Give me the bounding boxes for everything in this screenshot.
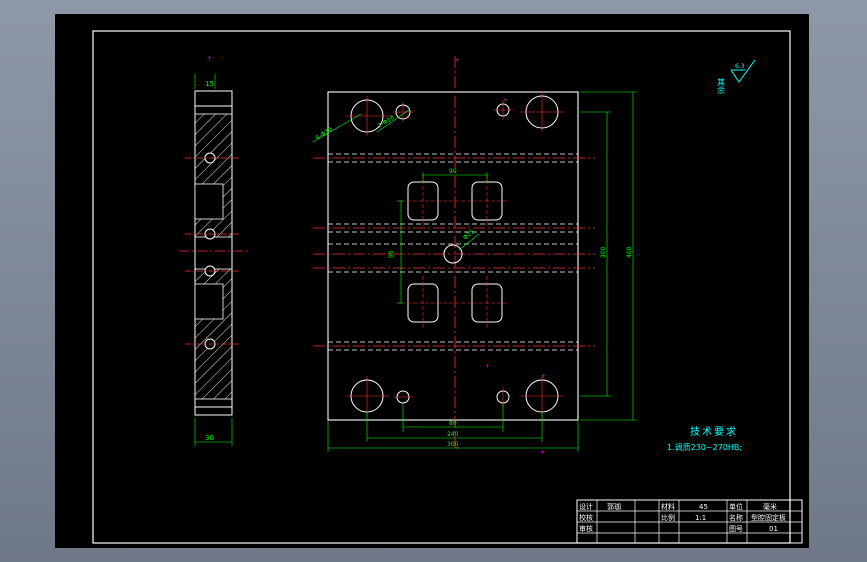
tb-unit: 毫米 <box>763 502 777 511</box>
tb-designer: 郭珈 <box>607 502 621 511</box>
dim-right-inner: 300 <box>600 246 607 258</box>
center-hole-label: Φ25 <box>462 228 476 241</box>
svg-text:+: + <box>503 97 508 104</box>
svg-text:+: + <box>540 449 545 456</box>
side-view: 15 30 + <box>179 55 249 446</box>
roughness-symbol: 6.3 其余 <box>717 59 756 95</box>
tb-drawing-no-label: 图号 <box>729 525 743 533</box>
dim-right-outer: 400 <box>626 246 633 258</box>
tb-scale-label: 比例 <box>661 513 675 522</box>
dim-bottom-inner: 80 <box>449 420 457 427</box>
plate-outline <box>327 91 579 421</box>
tb-review-label: 审核 <box>579 524 593 533</box>
svg-text:+: + <box>485 363 490 370</box>
side-dim-top: 15 <box>205 80 214 88</box>
tech-req-item1: 1.调质230~270HB; <box>667 442 742 452</box>
dim-bottom-mid: 240 <box>447 431 459 438</box>
tb-scale: 1:1 <box>695 514 706 522</box>
hole-large-label: 4-Φ30 <box>314 126 333 142</box>
cad-viewport[interactable]: 15 30 + + + + + + + 4-Φ30 2-Φ10 Φ25 90 9… <box>55 14 809 548</box>
tb-unit-label: 单位 <box>729 502 743 511</box>
svg-text:+: + <box>455 57 460 64</box>
front-view: + + + + + + 4-Φ30 2-Φ10 Φ25 90 90 300 40… <box>312 56 637 456</box>
tb-design-label: 设计 <box>579 502 593 511</box>
tb-part-name: 型腔固定板 <box>751 513 786 522</box>
dim-bottom-outer: 300 <box>447 441 459 448</box>
tb-material: 45 <box>699 503 708 511</box>
tb-drawing-no: 01 <box>769 525 778 533</box>
hole-small-label: 2-Φ10 <box>376 114 395 130</box>
tb-name-label: 名称 <box>729 513 743 522</box>
dim-left-height: 90 <box>388 250 395 258</box>
title-block: 设计 郭珈 校核 审核 材料 45 比例 1:1 单位 毫米 名称 型腔固定板 … <box>576 499 803 544</box>
cad-drawing: 15 30 + + + + + + + 4-Φ30 2-Φ10 Φ25 90 9… <box>92 30 803 544</box>
tb-material-label: 材料 <box>661 502 675 511</box>
tech-req-title: 技术要求 <box>690 425 738 438</box>
tb-check-label: 校核 <box>579 513 593 522</box>
side-marker: + <box>207 55 212 62</box>
side-dim-bottom: 30 <box>205 434 214 442</box>
dim-top-width: 90 <box>449 168 457 175</box>
roughness-label: 其余 <box>717 78 726 95</box>
roughness-value: 6.3 <box>735 63 745 70</box>
svg-text:+: + <box>541 373 546 380</box>
